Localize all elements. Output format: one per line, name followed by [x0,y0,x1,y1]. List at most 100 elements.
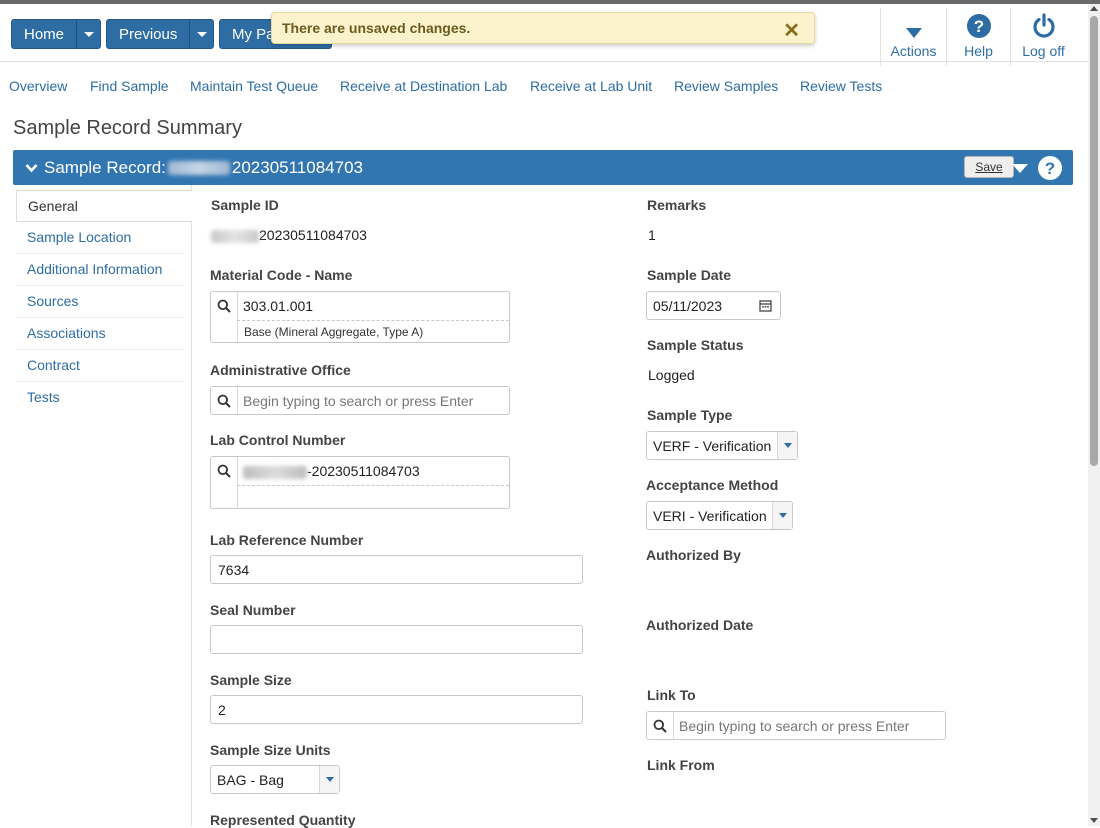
sidebar-item-contract[interactable]: Contract [16,350,184,382]
previous-button-label: Previous [119,25,178,43]
sidebar-item-tests[interactable]: Tests [16,382,184,414]
sample-date-input[interactable]: 05/11/2023 [646,291,781,320]
sidebar-item-sources[interactable]: Sources [16,286,184,318]
help-label: Help [964,43,993,59]
sidebar-item-general[interactable]: General [16,190,192,222]
sidebar-item-associations[interactable]: Associations [16,318,184,350]
calendar-icon[interactable] [759,299,772,312]
question-circle-icon: ? [966,14,991,38]
search-icon[interactable] [211,457,237,485]
authorized-by-label: Authorized By [646,547,741,563]
unsaved-changes-toast: There are unsaved changes. ✕ [271,12,815,44]
tab-find-sample[interactable]: Find Sample [90,78,169,94]
redacted-prefix [167,160,230,175]
link-to-label: Link To [647,687,696,703]
sample-size-units-value: BAG - Bag [217,772,284,788]
sample-type-value: VERF - Verification [653,438,772,454]
chevron-down-icon [196,31,207,37]
tab-review-samples[interactable]: Review Samples [674,78,778,94]
administrative-office-input[interactable]: Begin typing to search or press Enter [237,387,509,415]
redacted-prefix [243,465,307,479]
question-circle-icon[interactable]: ? [1037,155,1063,181]
search-icon[interactable] [211,292,237,320]
svg-text:?: ? [973,17,983,36]
sidebar: General Sample Location Additional Infor… [0,185,192,826]
sample-size-label: Sample Size [210,672,292,688]
sample-type-select[interactable]: VERF - Verification [646,431,798,460]
link-to-input[interactable]: Begin typing to search or press Enter [673,712,945,740]
lab-control-number-description [237,485,509,509]
lab-reference-number-label: Lab Reference Number [210,532,364,548]
material-code-lookup: 303.01.001 Base (Mineral Aggregate, Type… [210,291,510,343]
administrative-office-label: Administrative Office [210,362,351,378]
actions-button[interactable]: Actions [880,8,946,66]
redacted-prefix [211,229,259,243]
previous-dropdown-toggle[interactable] [189,20,213,48]
chevron-down-icon[interactable] [777,432,797,459]
chevron-down-icon[interactable] [772,502,792,529]
chevron-down-icon[interactable] [25,163,38,173]
remarks-value: 1 [648,227,656,243]
sample-type-label: Sample Type [647,407,733,423]
acceptance-method-select[interactable]: VERI - Verification [646,501,793,530]
lab-reference-number-input[interactable]: 7634 [210,555,583,584]
lab-control-number-input[interactable]: -20230511084703 [237,457,509,485]
home-button-label: Home [24,25,65,43]
panel-title-suffix: 20230511084703 [231,157,363,177]
search-icon[interactable] [647,712,673,740]
previous-button[interactable]: Previous [106,19,215,49]
tab-receive-at-lab-unit[interactable]: Receive at Lab Unit [530,78,652,94]
sample-date-value: 05/11/2023 [653,298,723,314]
search-icon[interactable] [211,387,237,415]
sample-id-value: 20230511084703 [211,227,367,243]
material-code-label: Material Code - Name [210,267,353,283]
administrative-office-lookup: Begin typing to search or press Enter [210,386,510,415]
scrollbar-thumb[interactable] [1090,16,1098,466]
help-button[interactable]: ? Help [946,8,1010,66]
home-dropdown-toggle[interactable] [76,20,100,48]
scroll-down-icon[interactable] [1090,818,1098,823]
acceptance-method-value: VERI - Verification [653,508,767,524]
link-to-lookup: Begin typing to search or press Enter [646,711,946,740]
sample-status-label: Sample Status [647,337,744,353]
logoff-button[interactable]: Log off [1010,8,1076,66]
lab-control-number-label: Lab Control Number [210,432,346,448]
close-icon[interactable]: ✕ [783,18,800,43]
lab-control-number-lookup: -20230511084703 [210,456,510,509]
page-title: Sample Record Summary [13,117,242,139]
acceptance-method-label: Acceptance Method [646,477,779,493]
scroll-up-icon[interactable] [1090,6,1098,11]
tab-receive-at-destination-lab[interactable]: Receive at Destination Lab [340,78,507,94]
save-button[interactable]: Save [964,156,1014,178]
sample-size-units-select[interactable]: BAG - Bag [210,765,340,794]
sample-record-panel-header: Sample Record: 20230511084703 Save ? [13,150,1073,185]
actions-label: Actions [890,43,937,59]
tab-review-tests[interactable]: Review Tests [800,78,882,94]
home-button[interactable]: Home [11,19,102,49]
link-from-label: Link From [647,757,715,773]
tab-overview[interactable]: Overview [9,78,67,94]
remarks-label: Remarks [647,197,707,213]
toast-message: There are unsaved changes. [282,20,471,36]
panel-menu-caret-icon[interactable] [1011,163,1029,174]
lab-control-number-suffix: -20230511084703 [307,463,420,479]
panel-title-prefix: Sample Record: [44,157,166,177]
svg-text:?: ? [1045,159,1055,178]
caret-down-icon [905,28,922,38]
seal-number-label: Seal Number [210,602,296,618]
sample-size-input[interactable]: 2 [210,695,583,724]
sample-date-label: Sample Date [647,267,732,283]
vertical-scrollbar[interactable] [1088,4,1100,826]
material-code-input[interactable]: 303.01.001 [237,292,509,320]
sample-status-value: Logged [648,367,695,383]
seal-number-input[interactable] [210,625,583,654]
logoff-label: Log off [1022,43,1065,59]
sidebar-item-additional-information[interactable]: Additional Information [16,254,184,286]
power-icon [1032,13,1055,38]
tab-maintain-test-queue[interactable]: Maintain Test Queue [190,78,318,94]
sample-id-suffix: 20230511084703 [259,227,367,243]
sidebar-item-sample-location[interactable]: Sample Location [16,222,184,254]
sample-id-label: Sample ID [211,197,279,213]
sample-size-units-label: Sample Size Units [210,742,331,758]
chevron-down-icon[interactable] [319,766,339,793]
